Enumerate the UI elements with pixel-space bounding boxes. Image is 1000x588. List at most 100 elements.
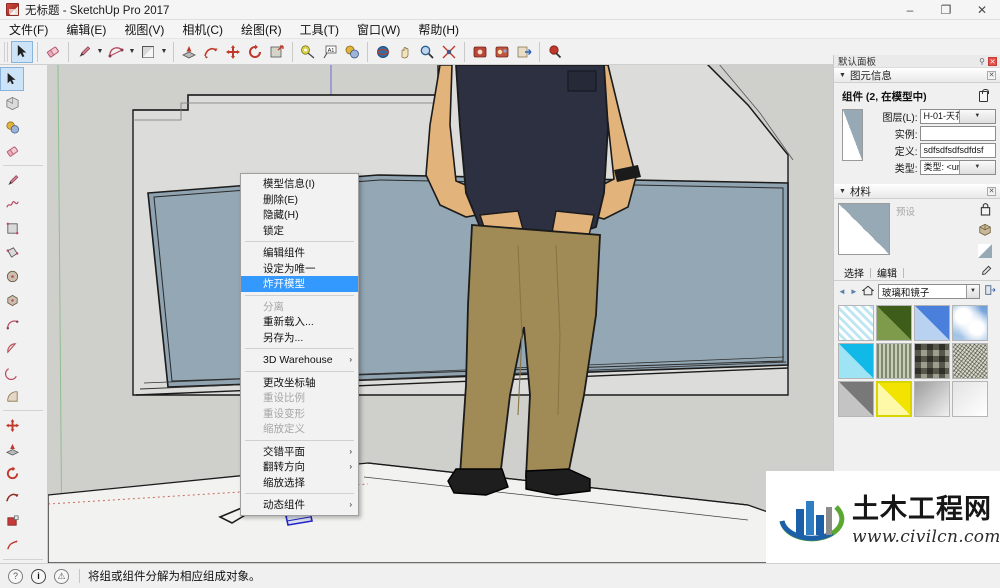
ctx-reload[interactable]: 重新载入...	[241, 314, 358, 330]
three-point-arc-icon[interactable]	[0, 384, 24, 408]
rotated-rectangle-icon[interactable]	[0, 240, 24, 264]
material-library-select[interactable]: 玻璃和镜子 ▼	[877, 284, 980, 299]
followme-tool-icon[interactable]	[200, 41, 222, 63]
lock-icon[interactable]	[979, 89, 989, 102]
swatch-gray-mirror[interactable]	[838, 381, 874, 417]
two-point-arc-icon[interactable]	[0, 360, 24, 384]
materials-header[interactable]: ▼ 材料 ✕	[834, 184, 1000, 199]
freehand-icon[interactable]	[0, 192, 24, 216]
chevron-down-icon[interactable]: ▼	[966, 285, 979, 298]
circle-icon[interactable]	[0, 264, 24, 288]
menu-view[interactable]: 视图(V)	[115, 19, 173, 40]
material-details-icon[interactable]	[984, 284, 996, 299]
home-icon[interactable]	[861, 285, 875, 299]
type-combo[interactable]: 类型: <unde... ▼	[920, 160, 996, 175]
warning-circle-icon[interactable]: ⚠	[54, 568, 69, 584]
polygon-icon[interactable]	[0, 288, 24, 312]
entity-info-close-icon[interactable]: ✕	[987, 71, 996, 80]
pushpull-icon[interactable]	[0, 437, 24, 461]
materials-close-icon[interactable]: ✕	[987, 187, 996, 196]
menu-camera[interactable]: 相机(C)	[173, 19, 232, 40]
select-arrow-icon[interactable]	[0, 67, 24, 91]
model-info-icon[interactable]	[544, 41, 566, 63]
ctx-save-as[interactable]: 另存为...	[241, 330, 358, 346]
swatch-blue-glass[interactable]	[914, 305, 950, 341]
back-arrow-icon[interactable]: ◄	[838, 287, 846, 296]
swatch-striped-glass[interactable]	[876, 343, 912, 379]
scale-icon[interactable]	[0, 509, 24, 533]
next-view-icon[interactable]	[491, 41, 513, 63]
help-circle-icon[interactable]: ?	[8, 568, 23, 584]
menu-help[interactable]: 帮助(H)	[409, 19, 468, 40]
swatch-yellow-glass[interactable]	[876, 381, 912, 417]
eraser-icon[interactable]	[0, 139, 24, 163]
previous-view-icon[interactable]	[469, 41, 491, 63]
create-material-icon[interactable]	[978, 223, 992, 240]
close-button[interactable]: ✕	[964, 0, 1000, 20]
instance-field[interactable]	[920, 126, 996, 141]
tape-measure-icon[interactable]	[297, 41, 319, 63]
ctx-entity-info[interactable]: 模型信息(I)	[241, 176, 358, 192]
ctx-erase[interactable]: 删除(E)	[241, 192, 358, 208]
info-circle-icon[interactable]: i	[31, 568, 46, 584]
rotate-icon[interactable]	[0, 461, 24, 485]
materials-tab-edit[interactable]: 编辑	[871, 265, 903, 280]
eraser-tool-icon[interactable]	[42, 41, 64, 63]
materials-tab-select[interactable]: 选择	[838, 265, 870, 280]
minimize-button[interactable]: –	[892, 0, 928, 20]
text-tool-icon[interactable]: A1	[319, 41, 341, 63]
menu-edit[interactable]: 编辑(E)	[57, 19, 115, 40]
rectangle-tool-icon[interactable]	[137, 41, 159, 63]
move-tool-icon[interactable]	[222, 41, 244, 63]
material-name-field[interactable]: 预设	[896, 203, 974, 218]
pan-tool-icon[interactable]	[394, 41, 416, 63]
ctx-flip-along[interactable]: 翻转方向 ›	[241, 459, 358, 475]
layer-combo[interactable]: H-01-天花造型 ▼	[920, 109, 996, 124]
menu-file[interactable]: 文件(F)	[0, 19, 57, 40]
paint-bucket-icon[interactable]	[341, 41, 363, 63]
select-tool-icon[interactable]	[11, 40, 33, 63]
pie-icon[interactable]	[0, 336, 24, 360]
maximize-button[interactable]: ❐	[928, 0, 964, 20]
swatch-translucent-glass[interactable]	[838, 305, 874, 341]
offset-icon[interactable]	[0, 533, 24, 557]
swatch-green-glass[interactable]	[876, 305, 912, 341]
ctx-dynamic-components[interactable]: 动态组件 ›	[241, 497, 358, 513]
orbit-tool-icon[interactable]	[372, 41, 394, 63]
ctx-change-axes[interactable]: 更改坐标轴	[241, 375, 358, 391]
menu-draw[interactable]: 绘图(R)	[232, 19, 291, 40]
followme-icon[interactable]	[0, 485, 24, 509]
toolbar-grip[interactable]	[4, 41, 9, 62]
swatch-sky-reflection[interactable]	[952, 305, 988, 341]
eyedropper-icon[interactable]	[980, 265, 992, 280]
menu-tools[interactable]: 工具(T)	[291, 19, 348, 40]
pencil-icon[interactable]	[0, 168, 24, 192]
arc-tool-icon[interactable]	[105, 41, 127, 63]
swatch-silver-mirror[interactable]	[914, 381, 950, 417]
ctx-3d-warehouse[interactable]: 3D Warehouse ›	[241, 352, 358, 368]
ctx-explode[interactable]: 炸开模型	[241, 276, 358, 292]
zoom-extents-icon[interactable]	[438, 41, 460, 63]
model-viewport[interactable]	[48, 65, 833, 563]
arc-icon[interactable]	[0, 312, 24, 336]
swatch-speckled-glass[interactable]	[952, 343, 988, 379]
line-tool-icon[interactable]	[73, 41, 95, 63]
arc-tool-dropdown-icon[interactable]: ▼	[127, 41, 137, 63]
swatch-cyan-glass[interactable]	[838, 343, 874, 379]
zoom-tool-icon[interactable]	[416, 41, 438, 63]
ctx-make-unique[interactable]: 设定为唯一	[241, 261, 358, 277]
pin-icon[interactable]: ⚲	[979, 57, 985, 66]
lock-icon[interactable]	[980, 203, 991, 219]
chevron-down-icon[interactable]: ▼	[958, 161, 996, 174]
pushpull-tool-icon[interactable]	[178, 41, 200, 63]
move-icon[interactable]	[0, 413, 24, 437]
swatch-white-glass[interactable]	[952, 381, 988, 417]
swatch-mosaic-glass[interactable]	[914, 343, 950, 379]
rotate-tool-icon[interactable]	[244, 41, 266, 63]
tray-close-icon[interactable]: ✕	[988, 56, 997, 66]
share-model-icon[interactable]	[513, 41, 535, 63]
forward-arrow-icon[interactable]: ►	[850, 287, 858, 296]
line-tool-dropdown-icon[interactable]: ▼	[95, 41, 105, 63]
menu-window[interactable]: 窗口(W)	[348, 19, 409, 40]
ctx-edit-component[interactable]: 编辑组件	[241, 245, 358, 261]
